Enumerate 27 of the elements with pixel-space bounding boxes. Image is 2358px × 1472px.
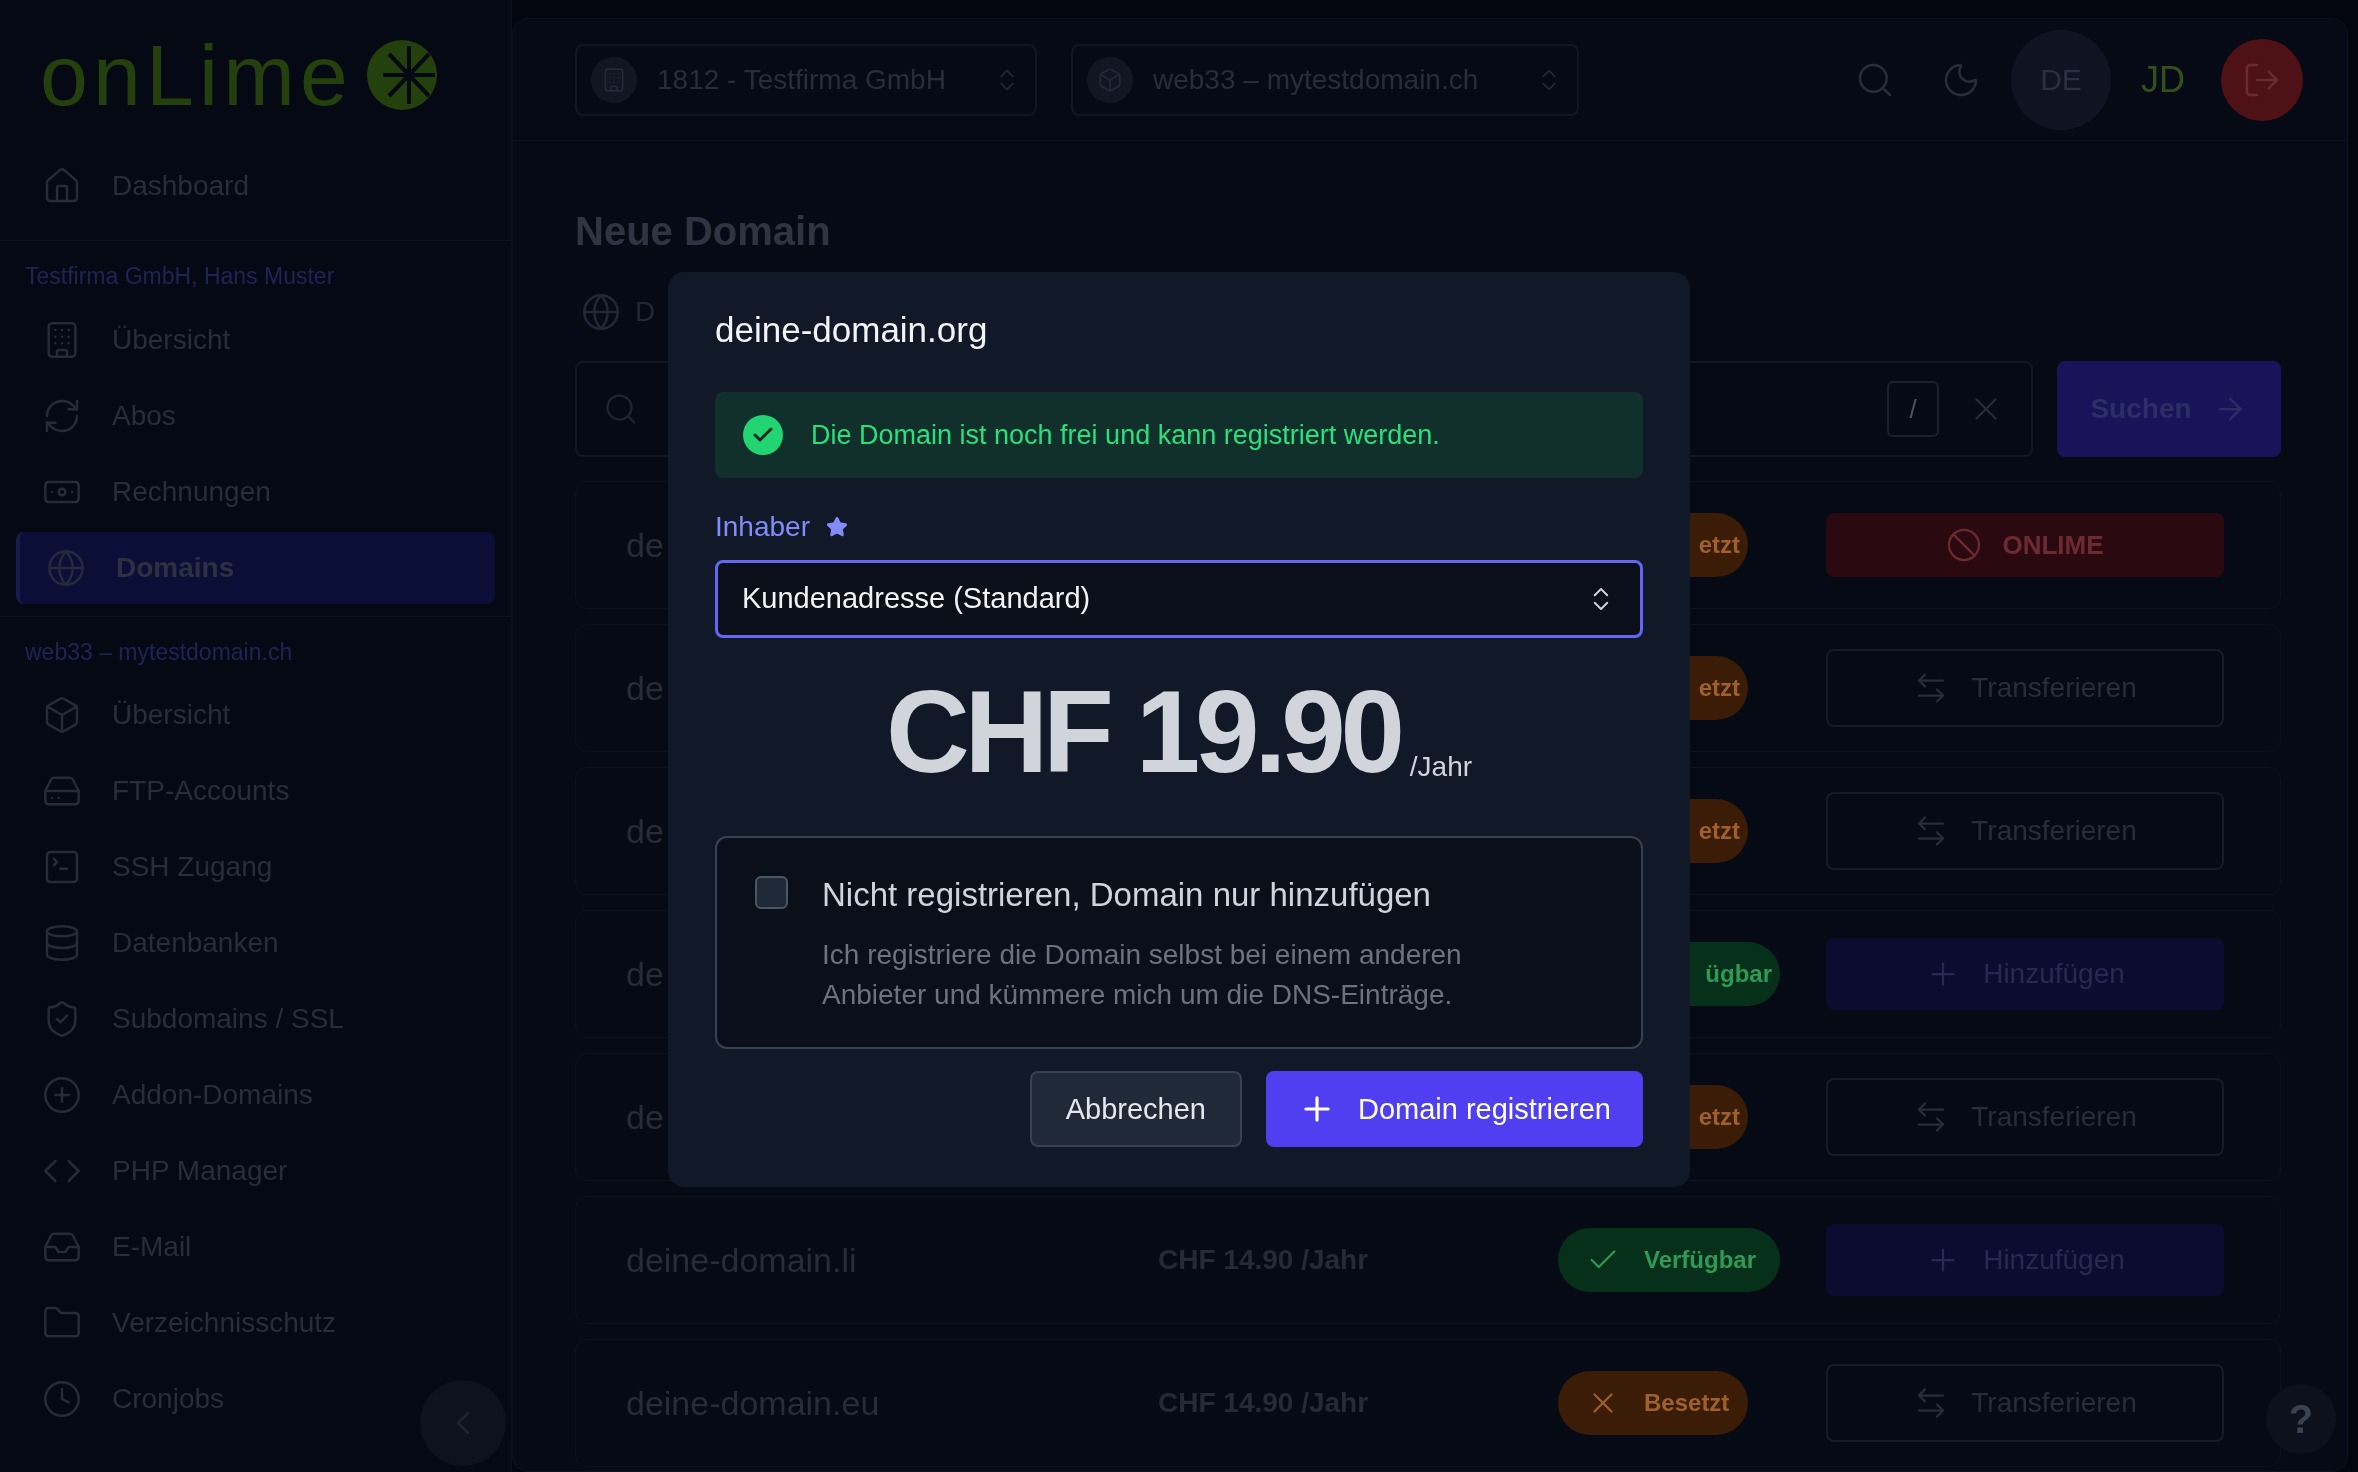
option-description: Ich registriere die Domain selbst bei einem anderen Anbieter und kümmere mich um die DNS-Einträge. <box>822 938 1463 1013</box>
shortcut-key: / <box>1887 381 1939 437</box>
section-title: web33 – mytestdomain.ch <box>24 637 294 667</box>
plus-circle-icon <box>42 1075 82 1115</box>
owner-select[interactable]: Kundenadresse (Standard) <box>715 559 1643 638</box>
price-amount: CHF 19.90 <box>885 673 1400 790</box>
checkbox[interactable] <box>755 875 788 909</box>
register-button[interactable]: Domain registrieren <box>1265 1071 1643 1148</box>
dialog-title: deine-domain.org <box>715 309 989 351</box>
cancel-button[interactable]: Abbrechen <box>1029 1071 1242 1148</box>
status-badge: Verfügbar <box>1558 1228 1780 1292</box>
search-icon <box>603 391 639 427</box>
field-label: Inhaber <box>715 509 810 544</box>
section-title: Testfirma GmbH, Hans Muster <box>24 262 336 291</box>
building-icon <box>591 56 637 103</box>
ban-icon <box>1946 527 1983 563</box>
price-unit: /Jahr <box>1409 749 1473 784</box>
success-notice: Die Domain ist noch frei und kann registriert werden. <box>715 391 1643 478</box>
status-badge: Besetzt <box>1558 1371 1748 1435</box>
user-initials[interactable]: JD <box>2127 52 2199 107</box>
lime-slice-icon <box>365 38 440 112</box>
box-icon <box>1087 56 1133 103</box>
option-title: Nicht registrieren, Domain nur hinzufügen <box>822 874 1432 915</box>
globe-icon <box>581 292 621 332</box>
clock-icon <box>42 1379 82 1419</box>
blocked-button[interactable]: ONLIME <box>1826 513 2224 577</box>
globe-icon <box>46 547 86 588</box>
